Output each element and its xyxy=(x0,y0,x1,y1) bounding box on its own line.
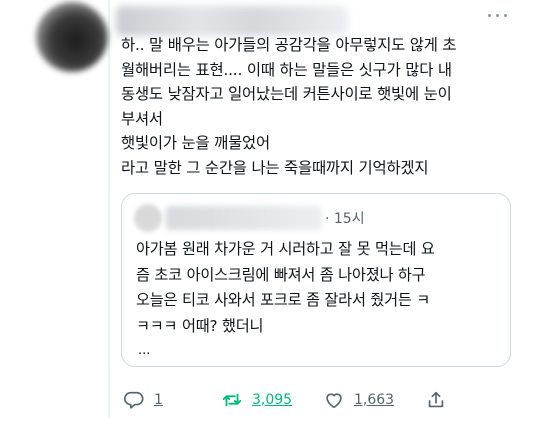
like-count: 1,663 xyxy=(354,392,395,408)
retweet-icon xyxy=(222,393,242,407)
quote-ellipsis: ... xyxy=(138,343,151,358)
reply-count: 1 xyxy=(154,392,163,408)
share-icon xyxy=(428,391,444,408)
tweet-actions: 1 3,095 1,663 xyxy=(121,385,521,415)
quote-avatar xyxy=(134,204,162,232)
share-button[interactable] xyxy=(425,385,447,415)
more-horizontal-icon[interactable] xyxy=(486,10,510,22)
quote-tweet-card[interactable]: · 15시 아가봄 원래 차가운 거 시러하고 잘 못 먹는데 요 즘 초코 아… xyxy=(121,193,511,367)
retweet-button[interactable]: 3,095 xyxy=(221,385,292,415)
like-button[interactable]: 1,663 xyxy=(323,385,394,415)
retweet-count: 3,095 xyxy=(252,392,293,408)
reply-button[interactable]: 1 xyxy=(123,385,163,415)
author-name-blurred xyxy=(116,6,348,36)
avatar[interactable] xyxy=(36,2,108,72)
tweet-text: 하.. 말 배우는 아가들의 공감각을 아무렇지도 않게 초 월해버리는 표현.… xyxy=(121,36,457,177)
thread-line xyxy=(108,0,110,418)
reply-icon xyxy=(124,391,144,409)
quote-timestamp: · 15시 xyxy=(325,211,365,227)
quote-text: 아가봄 원래 차가운 거 시러하고 잘 못 먹는데 요 즘 초코 아이스크림에 … xyxy=(136,240,435,335)
heart-icon xyxy=(326,393,342,409)
quote-author-name-blurred xyxy=(166,206,322,230)
